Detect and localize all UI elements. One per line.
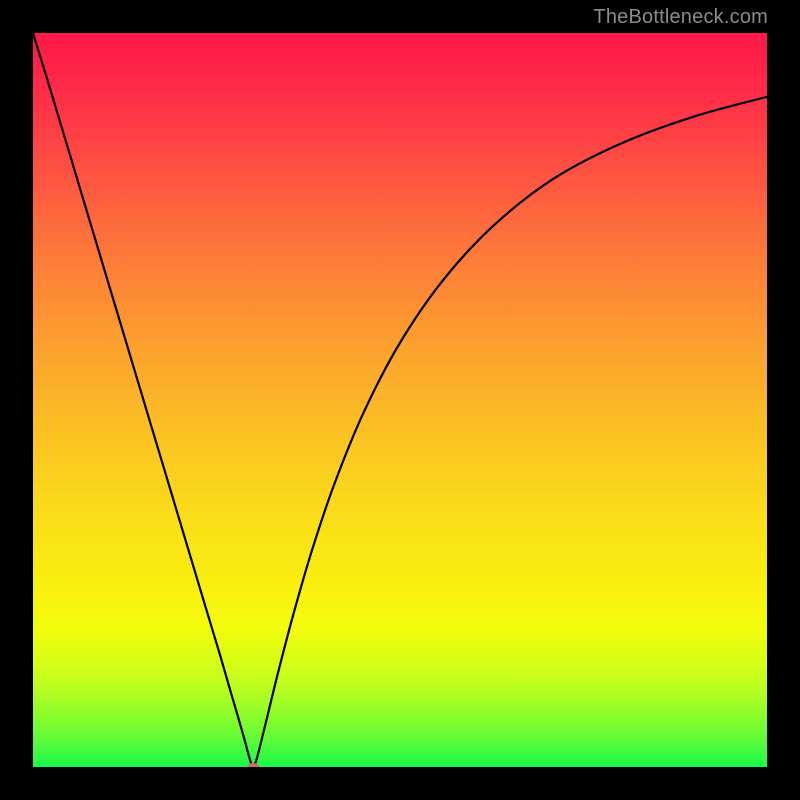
- watermark-text: TheBottleneck.com: [593, 6, 768, 29]
- chart-frame: TheBottleneck.com: [0, 0, 800, 800]
- chart-svg: [33, 33, 767, 767]
- minimum-marker: [247, 763, 259, 767]
- bottleneck-curve-line: [33, 33, 767, 767]
